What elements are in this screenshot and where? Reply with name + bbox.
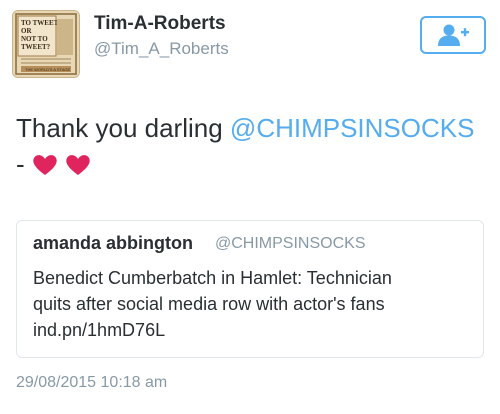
tweet-text: Thank you darling @CHIMPSINSOCKS -	[16, 110, 490, 186]
timestamp[interactable]: 29/08/2015 10:18 am	[16, 374, 167, 392]
follow-button[interactable]	[420, 16, 486, 54]
heart-emojis	[32, 150, 91, 186]
avatar-text-3: NOT TO	[21, 35, 48, 43]
avatar-text-2: OR	[21, 27, 32, 35]
quoted-display-name: amanda abbington	[33, 233, 194, 253]
avatar[interactable]: TO TWEET OR NOT TO TWEET? THE WORLD'S A …	[12, 10, 80, 78]
quoted-text-line: quits after social media row with actor'…	[33, 294, 385, 314]
quoted-link[interactable]: ind.pn/1hmD76L	[33, 317, 473, 343]
avatar-image: TO TWEET OR NOT TO TWEET? THE WORLD'S A …	[13, 11, 79, 77]
quoted-handle: @CHIMPSINSOCKS	[215, 235, 366, 252]
avatar-text-1: TO TWEET	[21, 19, 59, 27]
heart-icon	[33, 155, 57, 175]
heart-icon	[66, 155, 90, 175]
user-handle[interactable]: @Tim_A_Roberts	[94, 39, 229, 59]
tweet-text-prefix: Thank you darling	[16, 113, 223, 143]
add-user-icon	[438, 24, 469, 46]
avatar-text-4: TWEET?	[21, 43, 51, 51]
display-name[interactable]: Tim-A-Roberts	[94, 13, 226, 35]
mention-link[interactable]: @CHIMPSINSOCKS	[230, 113, 475, 143]
tweet-text-suffix: -	[16, 149, 25, 179]
quoted-tweet[interactable]: amanda abbington @CHIMPSINSOCKS Benedict…	[16, 220, 484, 358]
quoted-text-line: Benedict Cumberbatch in Hamlet: Technici…	[33, 268, 392, 288]
avatar-text-5: THE WORLD'S A STAGE	[25, 67, 70, 72]
quoted-text: Benedict Cumberbatch in Hamlet: Technici…	[33, 265, 473, 343]
